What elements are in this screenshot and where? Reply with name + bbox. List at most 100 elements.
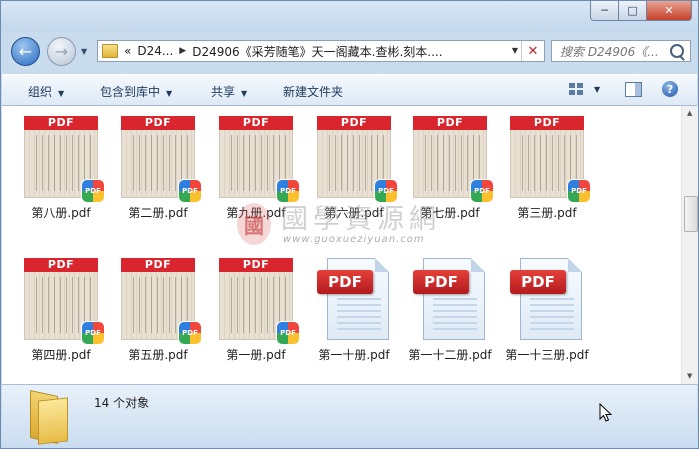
chevron-down-icon: ▼ — [58, 89, 65, 98]
breadcrumb-item-parent[interactable]: D24... — [137, 44, 173, 58]
chevron-down-icon: ▼ — [594, 85, 601, 94]
document-lines — [530, 298, 574, 330]
view-options-dropdown[interactable]: ▼ — [594, 85, 600, 94]
stop-button[interactable]: ✕ — [521, 41, 544, 61]
pdf-label: PDF — [413, 270, 469, 294]
pdf-banner: PDF — [219, 116, 293, 130]
file-item[interactable]: PDF PDF 第三册.pdf — [501, 116, 593, 221]
caption-buttons: ─ □ ✕ — [590, 1, 692, 21]
pdf-document-icon: PDF — [317, 258, 391, 340]
pdf-banner: PDF — [510, 116, 584, 130]
scrollbar-thumb[interactable] — [684, 196, 698, 232]
chevron-down-icon: ▼ — [81, 47, 88, 56]
title-bar: ─ □ ✕ — [1, 1, 698, 31]
scroll-up-icon[interactable]: ▲ — [687, 109, 692, 117]
file-item[interactable]: PDF PDF 第二册.pdf — [112, 116, 204, 221]
search-icon[interactable] — [670, 44, 684, 58]
file-name: 第七册.pdf — [420, 206, 480, 220]
file-item[interactable]: PDF 第一十二册.pdf — [404, 258, 496, 363]
pdf-banner: PDF — [24, 116, 98, 130]
include-in-library-menu[interactable]: 包含到库中 ▼ — [100, 83, 172, 100]
chevron-right-icon[interactable]: ▶ — [179, 46, 186, 56]
share-menu[interactable]: 共享 ▼ — [211, 83, 247, 100]
pdf-app-icon: PDF — [82, 322, 104, 344]
minimize-icon: ─ — [601, 4, 608, 17]
chevron-down-icon: ▼ — [241, 89, 248, 98]
pdf-app-icon: PDF — [471, 180, 493, 202]
pdf-thumbnail: PDF PDF — [219, 258, 299, 344]
file-name: 第六册.pdf — [324, 206, 384, 220]
search-placeholder[interactable]: 搜索 D24906《... — [560, 43, 668, 60]
navigation-bar: ← → ▼ « D24... ▶ D24906《采芳随笔》天一阁藏本.查彬.刻本… — [1, 33, 698, 69]
file-name: 第一十三册.pdf — [505, 348, 589, 362]
pdf-app-icon: PDF — [277, 180, 299, 202]
file-name: 第四册.pdf — [31, 348, 91, 362]
share-label: 共享 — [211, 85, 236, 99]
document-lines — [433, 298, 477, 330]
pdf-banner: PDF — [317, 116, 391, 130]
pdf-thumbnail: PDF PDF — [24, 258, 104, 344]
pdf-app-icon: PDF — [277, 322, 299, 344]
file-item[interactable]: PDF PDF 第七册.pdf — [404, 116, 496, 221]
file-item[interactable]: PDF PDF 第九册.pdf — [210, 116, 302, 221]
item-count: 14 个对象 — [94, 396, 150, 410]
folder-icon — [30, 390, 70, 445]
file-name: 第一册.pdf — [226, 348, 286, 362]
arrow-right-icon: → — [54, 42, 69, 61]
breadcrumb-overflow[interactable]: « — [124, 44, 131, 58]
pdf-document-icon: PDF — [510, 258, 584, 340]
pdf-app-icon: PDF — [82, 180, 104, 202]
file-item[interactable]: PDF PDF 第八册.pdf — [15, 116, 107, 221]
maximize-button[interactable]: □ — [619, 1, 647, 21]
pdf-label: PDF — [510, 270, 566, 294]
file-item[interactable]: PDF 第一十册.pdf — [308, 258, 400, 363]
file-item[interactable]: PDF 第一十三册.pdf — [501, 258, 593, 363]
close-button[interactable]: ✕ — [647, 1, 692, 21]
details-pane: 14 个对象 — [2, 384, 697, 448]
recent-pages-dropdown[interactable]: ▼ — [81, 47, 87, 56]
file-item[interactable]: PDF PDF 第四册.pdf — [15, 258, 107, 363]
file-list-view[interactable]: PDF PDF 第八册.pdf PDF PDF 第二册.pdf PDF PDF … — [2, 106, 681, 384]
pdf-thumbnail: PDF PDF — [413, 116, 493, 202]
minimize-button[interactable]: ─ — [590, 1, 619, 21]
pdf-thumbnail: PDF PDF — [121, 116, 201, 202]
address-bar[interactable]: « D24... ▶ D24906《采芳随笔》天一阁藏本.查彬.刻本.... ▼… — [97, 40, 545, 62]
vertical-scrollbar[interactable]: ▲ ▼ — [681, 106, 698, 384]
pdf-banner: PDF — [219, 258, 293, 272]
organize-menu[interactable]: 组织 ▼ — [28, 83, 64, 100]
search-box[interactable]: 搜索 D24906《... — [551, 40, 691, 62]
file-item[interactable]: PDF PDF 第一册.pdf — [210, 258, 302, 363]
file-item[interactable]: PDF PDF 第五册.pdf — [112, 258, 204, 363]
pdf-thumbnail: PDF PDF — [121, 258, 201, 344]
file-item[interactable]: PDF PDF 第六册.pdf — [308, 116, 400, 221]
pdf-app-icon: PDF — [179, 180, 201, 202]
organize-label: 组织 — [28, 85, 53, 99]
file-name: 第五册.pdf — [128, 348, 188, 362]
close-icon: ✕ — [527, 43, 539, 59]
pdf-banner: PDF — [413, 116, 487, 130]
address-dropdown-icon[interactable]: ▼ — [512, 46, 518, 55]
pdf-app-icon: PDF — [375, 180, 397, 202]
pdf-thumbnail: PDF PDF — [24, 116, 104, 202]
pdf-thumbnail: PDF PDF — [219, 116, 299, 202]
file-name: 第一十册.pdf — [318, 348, 390, 362]
file-name: 第二册.pdf — [128, 206, 188, 220]
explorer-window: ─ □ ✕ ← → ▼ « D24... ▶ D24906《采芳随笔》天一阁藏本… — [0, 0, 699, 449]
pdf-banner: PDF — [121, 116, 195, 130]
pdf-app-icon: PDF — [179, 322, 201, 344]
new-folder-label: 新建文件夹 — [283, 85, 344, 99]
file-name: 第三册.pdf — [517, 206, 577, 220]
document-lines — [337, 298, 381, 330]
scroll-down-icon[interactable]: ▼ — [687, 372, 692, 380]
change-view-icon[interactable] — [569, 83, 583, 95]
breadcrumb-item-current[interactable]: D24906《采芳随笔》天一阁藏本.查彬.刻本.... — [192, 43, 442, 60]
chevron-down-icon: ▼ — [166, 89, 173, 98]
file-name: 第一十二册.pdf — [408, 348, 492, 362]
help-icon[interactable]: ? — [662, 81, 678, 97]
back-button[interactable]: ← — [11, 37, 40, 66]
include-in-library-label: 包含到库中 — [100, 85, 161, 99]
preview-pane-icon[interactable] — [625, 82, 642, 97]
pdf-thumbnail: PDF PDF — [317, 116, 397, 202]
new-folder-button[interactable]: 新建文件夹 — [283, 83, 343, 100]
forward-button[interactable]: → — [47, 37, 76, 66]
